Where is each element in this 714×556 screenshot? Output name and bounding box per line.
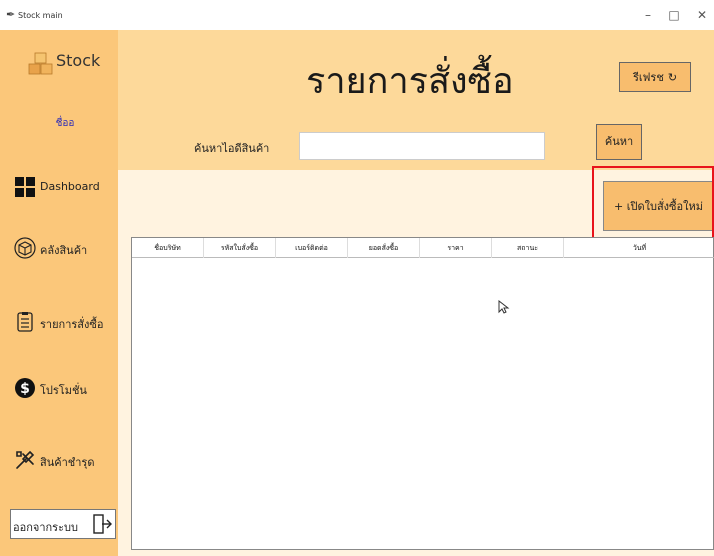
search-button[interactable]: ค้นหา: [596, 124, 642, 160]
sidebar-item-dashboard[interactable]: Dashboard: [10, 172, 118, 202]
column-header[interactable]: สถานะ: [492, 238, 564, 258]
app-logo: Stock: [24, 48, 114, 78]
table-header: ชื่อบริษัท รหัสใบสั่งซื้อ เบอร์ติดต่อ ยอ…: [132, 238, 714, 258]
mouse-cursor-icon: [498, 300, 510, 314]
minimize-button[interactable]: –: [636, 6, 660, 24]
username-label: ชื่ออ: [55, 118, 75, 129]
logo-label: Stock: [56, 51, 101, 70]
column-header[interactable]: รหัสใบสั่งซื้อ: [204, 238, 276, 258]
column-header[interactable]: ชื่อบริษัท: [132, 238, 204, 258]
dashboard-grid-icon: [15, 177, 35, 197]
stock-boxes-icon: [28, 52, 53, 75]
box-icon: [14, 237, 36, 259]
search-label: ค้นหาไอดีสินค้า: [194, 142, 270, 155]
svg-text:$: $: [20, 381, 30, 397]
feather-icon: ✒: [6, 8, 16, 21]
sidebar-item-promotion[interactable]: $ โปรโมชั่น: [10, 373, 118, 403]
refresh-button[interactable]: รีเฟรช ↻: [619, 62, 691, 92]
tools-icon: [16, 450, 35, 469]
maximize-button[interactable]: □: [662, 6, 686, 24]
sidebar: [0, 30, 118, 556]
column-header[interactable]: วันที่: [564, 238, 714, 258]
refresh-label: รีเฟรช: [632, 71, 664, 84]
column-header[interactable]: ราคา: [420, 238, 492, 258]
sidebar-item-label: รายการสั่งซื้อ: [40, 318, 104, 331]
refresh-icon: ↻: [667, 70, 678, 84]
logout-label: ออกจากระบบ: [13, 521, 78, 534]
sidebar-item-label: คลังสินค้า: [40, 244, 88, 257]
logout-button[interactable]: ออกจากระบบ: [10, 509, 116, 539]
column-header[interactable]: ยอดสั่งซื้อ: [348, 238, 420, 258]
search-input[interactable]: [299, 132, 545, 160]
sidebar-item-label: สินค้าชำรุด: [40, 456, 95, 469]
sidebar-item-warehouse[interactable]: คลังสินค้า: [10, 233, 118, 263]
exit-door-icon: [93, 514, 112, 534]
sidebar-item-damaged[interactable]: สินค้าชำรุด: [10, 445, 118, 475]
dollar-icon: $: [15, 378, 35, 398]
sidebar-item-orders[interactable]: รายการสั่งซื้อ: [10, 307, 118, 337]
page-title: รายการสั่งซื้อ: [306, 61, 514, 102]
sidebar-item-label: โปรโมชั่น: [40, 384, 87, 397]
highlight-annotation: [592, 166, 714, 248]
orders-table[interactable]: ชื่อบริษัท รหัสใบสั่งซื้อ เบอร์ติดต่อ ยอ…: [131, 237, 714, 550]
order-list-icon: [17, 312, 33, 332]
sidebar-item-label: Dashboard: [40, 180, 100, 193]
close-button[interactable]: ✕: [690, 6, 714, 24]
column-header[interactable]: เบอร์ติดต่อ: [276, 238, 348, 258]
window-title: Stock main: [18, 11, 63, 20]
window-titlebar: ✒ Stock main – □ ✕: [0, 0, 714, 30]
